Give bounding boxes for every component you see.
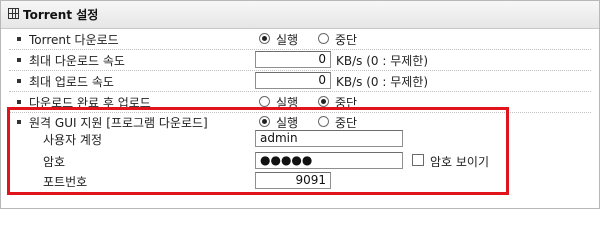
show-password-label: 암호 보이기 (430, 155, 490, 169)
panel-header: Torrent 설정 (1, 1, 599, 29)
password-input[interactable]: ●●●●● (255, 152, 403, 169)
unit-upload: KB/s (0 : 무제한) (336, 75, 429, 89)
label-max-upload-speed: 최대 업로드 속도 (29, 75, 114, 89)
label-max-download-speed: 최대 다운로드 속도 (29, 54, 125, 68)
panel-title: Torrent 설정 (23, 8, 99, 22)
bullet (17, 58, 21, 62)
bullet (17, 120, 21, 124)
bullet (17, 100, 21, 104)
radio-dot[interactable] (318, 33, 329, 44)
max-download-speed-input[interactable]: 0 (255, 51, 331, 68)
label-port: 포트번호 (43, 175, 88, 189)
username-input[interactable]: admin (255, 130, 403, 147)
radio-dot[interactable] (318, 116, 329, 127)
row-password: 암호 ●●●●● 암호 보이기 (1, 151, 599, 171)
row-port: 포트번호 9091 (1, 171, 599, 191)
label-username: 사용자 계정 (43, 133, 103, 147)
label-password: 암호 (43, 155, 66, 169)
label-torrent-download: Torrent 다운로드 (29, 33, 119, 47)
bullet (17, 37, 21, 41)
label-upload-after-complete: 다운로드 완료 후 업로드 (29, 96, 151, 110)
row-max-upload-speed: 최대 업로드 속도 0 KB/s (0 : 무제한) (1, 71, 599, 91)
row-upload-after-complete: 다운로드 완료 후 업로드 실행 중단 (1, 92, 599, 112)
unit-download: KB/s (0 : 무제한) (336, 54, 429, 68)
radio-dot[interactable] (259, 96, 270, 107)
max-upload-speed-input[interactable]: 0 (255, 72, 331, 89)
radio-dot[interactable] (259, 116, 270, 127)
bullet (17, 79, 21, 83)
radio-dot[interactable] (259, 33, 270, 44)
row-torrent-download: Torrent 다운로드 실행 중단 (1, 29, 599, 49)
port-input[interactable]: 9091 (255, 172, 331, 189)
row-username: 사용자 계정 admin (1, 129, 599, 149)
show-password-checkbox[interactable] (412, 154, 424, 166)
row-max-download-speed: 최대 다운로드 속도 0 KB/s (0 : 무제한) (1, 50, 599, 70)
grid-icon (8, 8, 19, 19)
torrent-settings-panel: Torrent 설정 Torrent 다운로드 실행 중단 최대 다운로드 속도… (0, 0, 600, 209)
radio-dot[interactable] (318, 96, 329, 107)
